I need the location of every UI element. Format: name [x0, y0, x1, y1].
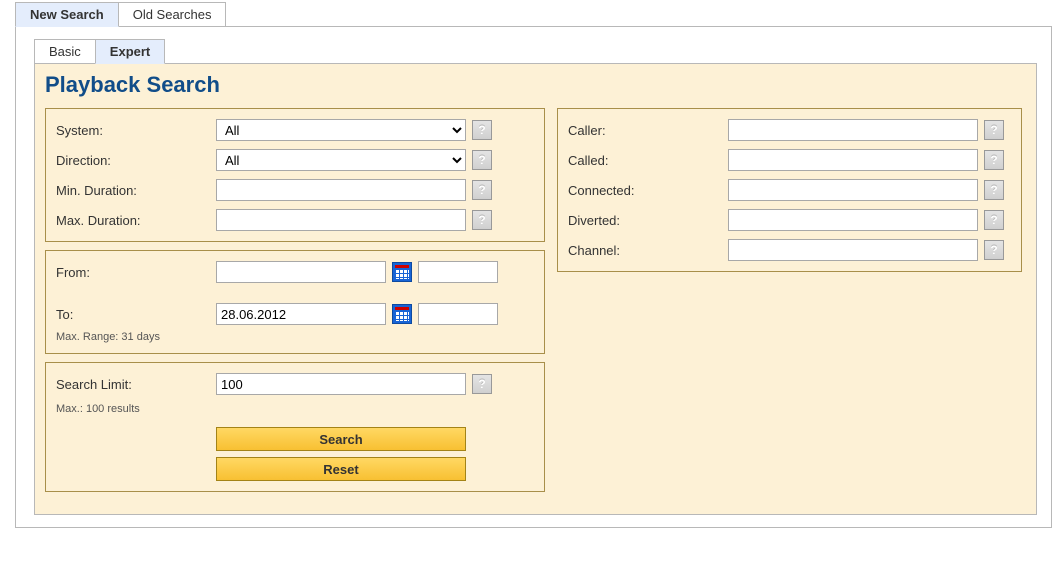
- inner-panel: Playback Search System: All ? Direction:: [34, 63, 1037, 515]
- direction-label: Direction:: [56, 153, 216, 168]
- caller-label: Caller:: [568, 123, 728, 138]
- to-date-input[interactable]: [216, 303, 386, 325]
- channel-input[interactable]: [728, 239, 978, 261]
- direction-select[interactable]: All: [216, 149, 466, 171]
- tab-basic[interactable]: Basic: [34, 39, 96, 64]
- max-duration-label: Max. Duration:: [56, 213, 216, 228]
- from-time-input[interactable]: [418, 261, 498, 283]
- diverted-input[interactable]: [728, 209, 978, 231]
- called-label: Called:: [568, 153, 728, 168]
- page-title: Playback Search: [45, 72, 1026, 98]
- reset-button[interactable]: Reset: [216, 457, 466, 481]
- to-time-input[interactable]: [418, 303, 498, 325]
- to-label: To:: [56, 307, 216, 322]
- party-box: Caller: ? Called: ?: [557, 108, 1022, 272]
- help-icon[interactable]: ?: [984, 240, 1004, 260]
- channel-label: Channel:: [568, 243, 728, 258]
- caller-input[interactable]: [728, 119, 978, 141]
- limit-note: Max.: 100 results: [56, 403, 534, 415]
- date-range-note: Max. Range: 31 days: [56, 331, 534, 343]
- limit-box: Search Limit: ? Max.: 100 results Search…: [45, 362, 545, 492]
- connected-input[interactable]: [728, 179, 978, 201]
- from-label: From:: [56, 265, 216, 280]
- search-limit-input[interactable]: [216, 373, 466, 395]
- min-duration-input[interactable]: [216, 179, 466, 201]
- outer-panel: Basic Expert Playback Search System: All…: [15, 26, 1052, 528]
- system-label: System:: [56, 123, 216, 138]
- tab-old-searches[interactable]: Old Searches: [118, 2, 227, 27]
- date-box: From: To:: [45, 250, 545, 354]
- search-button[interactable]: Search: [216, 427, 466, 451]
- help-icon[interactable]: ?: [472, 120, 492, 140]
- search-limit-label: Search Limit:: [56, 377, 216, 392]
- connected-label: Connected:: [568, 183, 728, 198]
- system-select[interactable]: All: [216, 119, 466, 141]
- calendar-icon[interactable]: [392, 304, 412, 324]
- help-icon[interactable]: ?: [984, 210, 1004, 230]
- help-icon[interactable]: ?: [984, 180, 1004, 200]
- tab-expert[interactable]: Expert: [95, 39, 165, 64]
- help-icon[interactable]: ?: [472, 150, 492, 170]
- max-duration-input[interactable]: [216, 209, 466, 231]
- tab-new-search[interactable]: New Search: [15, 2, 119, 27]
- diverted-label: Diverted:: [568, 213, 728, 228]
- help-icon[interactable]: ?: [984, 120, 1004, 140]
- calendar-icon[interactable]: [392, 262, 412, 282]
- help-icon[interactable]: ?: [472, 180, 492, 200]
- filter-box: System: All ? Direction: All ?: [45, 108, 545, 242]
- from-date-input[interactable]: [216, 261, 386, 283]
- min-duration-label: Min. Duration:: [56, 183, 216, 198]
- called-input[interactable]: [728, 149, 978, 171]
- help-icon[interactable]: ?: [984, 150, 1004, 170]
- help-icon[interactable]: ?: [472, 210, 492, 230]
- help-icon[interactable]: ?: [472, 374, 492, 394]
